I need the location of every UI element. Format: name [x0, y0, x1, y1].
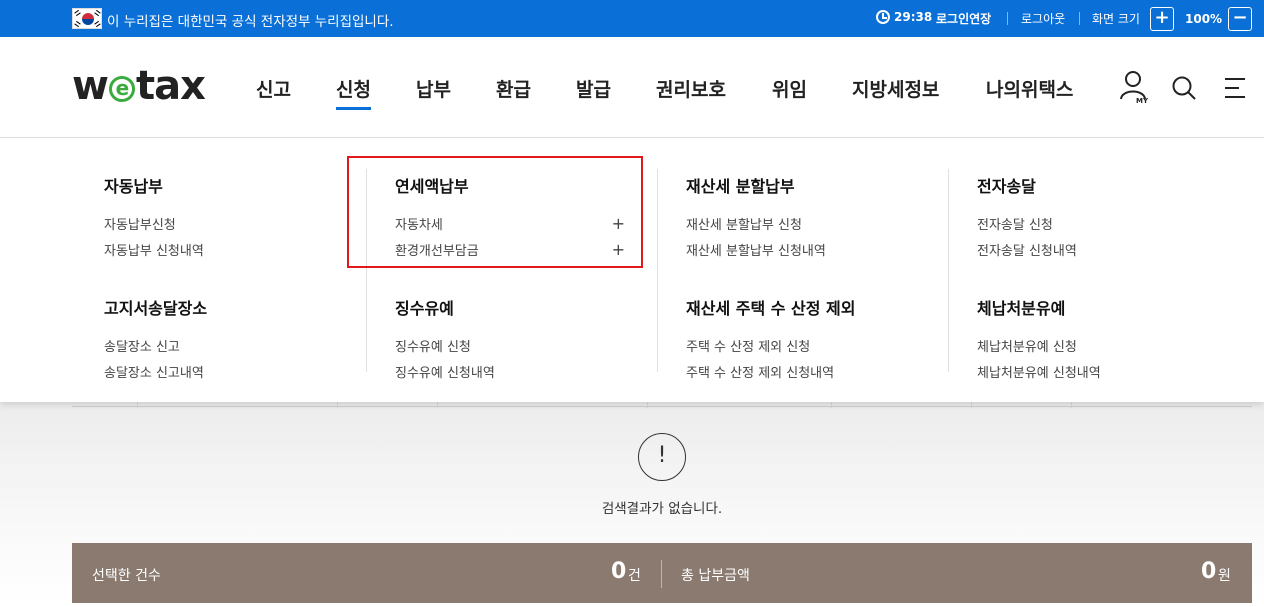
logo-letter: w: [72, 63, 109, 109]
menu-item[interactable]: 체납처분유예 신청내역: [977, 358, 1217, 384]
selected-count-label: 선택한 건수: [92, 568, 161, 584]
menu-group-title[interactable]: 징수유예: [395, 295, 625, 319]
menu-item-label: 주택 수 산정 제외 신청내역: [686, 365, 835, 381]
menu-item[interactable]: 재산세 분할납부 신청내역: [686, 236, 926, 262]
menu-item[interactable]: 징수유예 신청: [395, 332, 625, 358]
nav-my-wetax[interactable]: 나의위택스: [986, 75, 1073, 102]
menu-item[interactable]: 송달장소 신고내역: [104, 358, 324, 384]
logo-text: tax: [135, 63, 206, 109]
menu-group-title[interactable]: 재산세 분할납부: [686, 173, 926, 197]
menu-group-e-delivery: 전자송달 전자송달 신청 전자송달 신청내역: [977, 173, 1217, 262]
zoom-in-button[interactable]: +: [1150, 7, 1174, 31]
menu-item-label: 징수유예 신청내역: [395, 365, 495, 381]
svg-text:MY: MY: [1136, 97, 1149, 105]
divider: [971, 402, 972, 408]
menu-item[interactable]: 주택 수 산정 제외 신청: [686, 332, 936, 358]
selected-count-value: 0: [611, 559, 627, 584]
menu-group-title[interactable]: 체납처분유예: [977, 295, 1217, 319]
menu-item-label: 자동납부신청: [104, 217, 176, 233]
nav-apply[interactable]: 신청: [336, 75, 371, 110]
menu-item[interactable]: 체납처분유예 신청: [977, 332, 1217, 358]
logout-button[interactable]: 로그아웃: [1021, 10, 1065, 27]
nav-rights-protection[interactable]: 권리보호: [656, 75, 726, 102]
menu-group-title[interactable]: 전자송달: [977, 173, 1217, 197]
my-page-icon[interactable]: MY: [1119, 69, 1149, 105]
menu-item-label: 전자송달 신청: [977, 217, 1053, 233]
menu-item[interactable]: 송달장소 신고: [104, 332, 324, 358]
menu-group-title[interactable]: 자동납부: [104, 173, 324, 197]
menu-item-label: 송달장소 신고내역: [104, 365, 204, 381]
menu-item-label: 체납처분유예 신청내역: [977, 365, 1101, 381]
empty-result-message: 검색결과가 없습니다.: [601, 501, 723, 517]
nav-refund[interactable]: 환급: [496, 75, 531, 102]
summary-bar: 선택한 건수 0 건 총 납부금액 0 원: [72, 543, 1252, 603]
menu-group-property-tax-installment: 재산세 분할납부 재산세 분할납부 신청 재산세 분할납부 신청내역: [686, 173, 926, 262]
menu-item-label: 재산세 분할납부 신청: [686, 217, 802, 233]
divider: [657, 169, 658, 372]
zoom-out-button[interactable]: −: [1228, 7, 1252, 31]
menu-item-label: 징수유예 신청: [395, 339, 471, 355]
menu-item-label: 재산세 분할납부 신청내역: [686, 243, 826, 259]
nav-local-tax-info[interactable]: 지방세정보: [852, 75, 939, 102]
highlight-box: [347, 156, 643, 268]
divider: [948, 169, 949, 372]
menu-item[interactable]: 자동납부신청: [104, 210, 324, 236]
menu-item[interactable]: 주택 수 산정 제외 신청내역: [686, 358, 936, 384]
extend-login-button[interactable]: 로그인연장: [936, 10, 991, 27]
nav-issue[interactable]: 발급: [576, 75, 611, 102]
total-amount-unit: 원: [1218, 568, 1231, 584]
hamburger-menu-icon[interactable]: [1222, 75, 1248, 101]
logo-e-mark: e: [108, 76, 135, 102]
wetax-logo[interactable]: w e tax: [72, 63, 206, 109]
session-timer-value: 29:38: [894, 10, 933, 24]
session-timer: 29:38: [876, 10, 932, 24]
divider: [1071, 402, 1072, 408]
menu-group-delinquency-disposition-deferral: 체납처분유예 체납처분유예 신청 체납처분유예 신청내역: [977, 295, 1217, 384]
table-header-line: [72, 406, 1252, 407]
menu-group-housing-count-exclusion: 재산세 주택 수 산정 제외 주택 수 산정 제외 신청 주택 수 산정 제외 …: [686, 295, 936, 384]
gov-banner: 이 누리집은 대한민국 공식 전자정부 누리집입니다. 29:38 로그인연장 …: [0, 0, 1264, 37]
menu-item-label: 전자송달 신청내역: [977, 243, 1077, 259]
menu-group-collection-deferral: 징수유예 징수유예 신청 징수유예 신청내역: [395, 295, 625, 384]
menu-group-title[interactable]: 고지서송달장소: [104, 295, 324, 319]
total-amount-value: 0: [1201, 559, 1217, 584]
divider: [831, 402, 832, 408]
clock-icon: [876, 10, 890, 24]
nav-delegation[interactable]: 위임: [772, 75, 807, 102]
menu-item[interactable]: 징수유예 신청내역: [395, 358, 625, 384]
zoom-value: 100%: [1185, 12, 1223, 26]
divider: [647, 402, 648, 408]
menu-item[interactable]: 재산세 분할납부 신청: [686, 210, 926, 236]
menu-item-label: 자동납부 신청내역: [104, 243, 204, 259]
menu-item[interactable]: 전자송달 신청내역: [977, 236, 1217, 262]
nav-payment[interactable]: 납부: [416, 75, 451, 102]
menu-group-notice-delivery-place: 고지서송달장소 송달장소 신고 송달장소 신고내역: [104, 295, 324, 384]
selected-count-unit: 건: [628, 568, 641, 584]
menu-item-label: 체납처분유예 신청: [977, 339, 1077, 355]
divider: [1079, 12, 1080, 25]
divider: [437, 402, 438, 408]
korea-flag-icon: [72, 8, 102, 29]
divider: [137, 402, 138, 408]
menu-group-auto-payment: 자동납부 자동납부신청 자동납부 신청내역: [104, 173, 324, 262]
divider: [661, 560, 662, 588]
menu-item[interactable]: 자동납부 신청내역: [104, 236, 324, 262]
total-amount-label: 총 납부금액: [681, 568, 750, 584]
divider: [337, 402, 338, 408]
divider: [1007, 12, 1008, 25]
menu-item-label: 송달장소 신고: [104, 339, 180, 355]
gov-banner-text: 이 누리집은 대한민국 공식 전자정부 누리집입니다.: [107, 14, 394, 30]
nav-report[interactable]: 신고: [256, 75, 291, 102]
exclamation-icon: !: [638, 433, 686, 481]
search-icon[interactable]: [1171, 75, 1197, 101]
menu-item[interactable]: 전자송달 신청: [977, 210, 1217, 236]
menu-group-title[interactable]: 재산세 주택 수 산정 제외: [686, 295, 936, 319]
apply-mega-menu: 자동납부 자동납부신청 자동납부 신청내역 연세액납부 자동차세 + 환경개선부…: [0, 138, 1264, 402]
site-header: w e tax 신고 신청 납부 환급 발급 권리보호 위임 지방세정보 나의위택스…: [0, 37, 1264, 138]
menu-item-label: 주택 수 산정 제외 신청: [686, 339, 811, 355]
zoom-label: 화면 크기: [1092, 12, 1140, 26]
